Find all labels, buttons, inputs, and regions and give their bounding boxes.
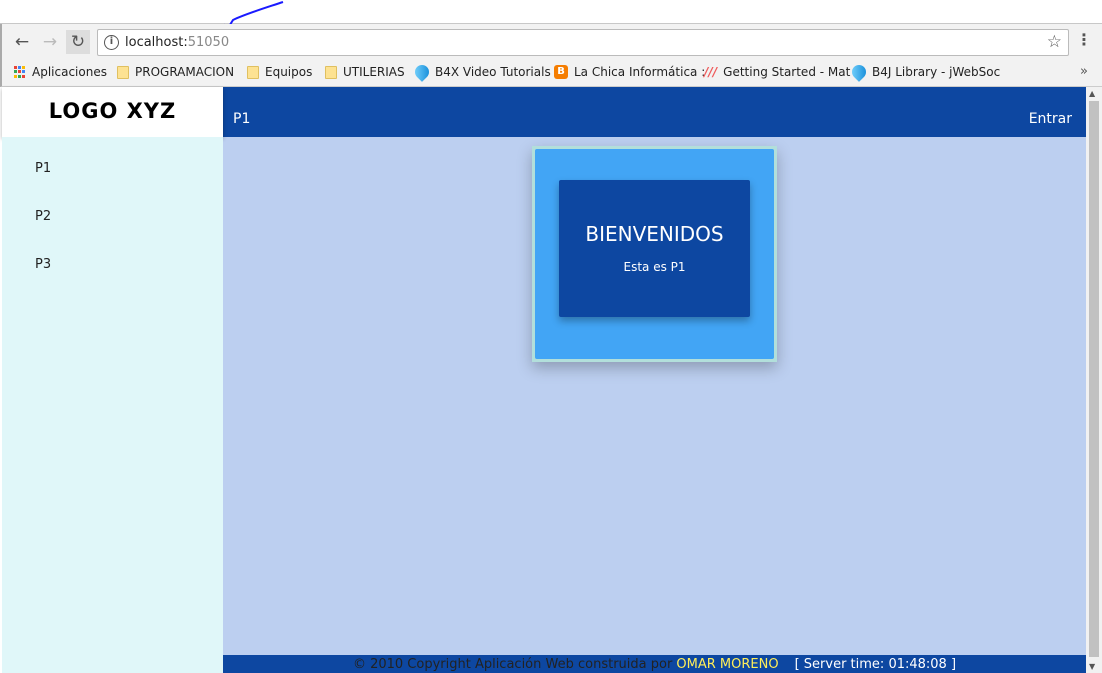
reload-icon[interactable]: ↻ [66,30,90,54]
sidebar-item-p1[interactable]: P1 [35,161,51,176]
top-navbar: LOGO XYZ P1 Entrar [2,87,1086,137]
bookmark-label: UTILERIAS [343,65,405,79]
footer-author[interactable]: OMAR MORENO [676,657,778,672]
bookmark-b4x[interactable]: B4X Video Tutorials [412,62,551,82]
login-link[interactable]: Entrar [1029,111,1072,127]
bookmark-label: B4X Video Tutorials [435,65,551,79]
bookmark-programacion[interactable]: PROGRAMACION [117,65,234,79]
footer-copyright: © 2010 Copyright Aplicación Web construi… [352,657,677,672]
apps-grid-icon [14,66,26,78]
more-bookmarks-icon[interactable]: » [1080,64,1088,79]
logo[interactable]: LOGO XYZ [2,87,223,137]
card-body: BIENVENIDOS Esta es P1 [535,149,774,359]
bookmarks-bar: Aplicaciones PROGRAMACION Equipos UTILER… [0,60,1102,87]
bookmark-label: B4J Library - jWebSoc [872,65,1001,79]
back-icon[interactable]: ← [10,30,34,54]
url-text[interactable]: localhost:51050 [125,35,229,50]
forward-icon[interactable]: → [38,30,62,54]
folder-icon [117,65,129,79]
scrollbar-thumb[interactable] [1089,101,1099,657]
sidebar-item-p3[interactable]: P3 [35,257,51,272]
scrollbar[interactable]: ▲ ▼ [1086,87,1102,673]
web-page: LOGO XYZ P1 Entrar P1 P2 P3 BIENVENIDOS … [2,87,1086,673]
page-title: P1 [233,111,251,127]
footer: © 2010 Copyright Aplicación Web construi… [223,655,1086,673]
bookmark-label: La Chica Informática : [574,65,706,79]
scroll-up-icon[interactable]: ▲ [1089,89,1095,98]
bookmark-apps[interactable]: Aplicaciones [14,65,107,79]
bookmark-utilerias[interactable]: UTILERIAS [325,65,405,79]
sidebar-item-p2[interactable]: P2 [35,209,51,224]
b4x-icon [412,62,432,82]
materialize-icon: /// [704,65,718,79]
url-host: localhost: [125,35,188,50]
url-port: 51050 [187,35,230,50]
bookmark-b4j[interactable]: B4J Library - jWebSoc [849,62,1001,82]
server-time: [ Server time: 01:48:08 ] [794,657,957,672]
welcome-title: BIENVENIDOS [585,222,724,246]
address-bar[interactable]: i localhost:51050 ☆ [97,29,1069,56]
info-icon[interactable]: i [104,35,119,50]
welcome-card: BIENVENIDOS Esta es P1 [532,146,777,362]
bookmark-star-icon[interactable]: ☆ [1047,32,1062,52]
bookmark-label: Equipos [265,65,313,79]
bookmark-lachica[interactable]: B La Chica Informática : [554,65,705,79]
folder-icon [247,65,259,79]
blogger-icon: B [554,65,568,79]
bookmark-equipos[interactable]: Equipos [247,65,312,79]
bookmark-getting-started[interactable]: /// Getting Started - Mat [704,65,850,79]
tab-strip [0,0,1102,24]
b4j-icon [849,62,869,82]
bookmark-label: Aplicaciones [32,65,107,79]
bookmark-label: Getting Started - Mat [723,65,851,79]
bookmark-label: PROGRAMACION [135,65,235,79]
welcome-panel: BIENVENIDOS Esta es P1 [559,180,750,317]
menu-icon[interactable]: ⋮ [1076,30,1092,49]
browser-toolbar: ← → ↻ i localhost:51050 ☆ ⋮ [0,24,1102,60]
sidebar: P1 P2 P3 [2,137,223,673]
folder-icon [325,65,337,79]
scroll-down-icon[interactable]: ▼ [1089,662,1095,671]
welcome-subtitle: Esta es P1 [623,260,686,274]
